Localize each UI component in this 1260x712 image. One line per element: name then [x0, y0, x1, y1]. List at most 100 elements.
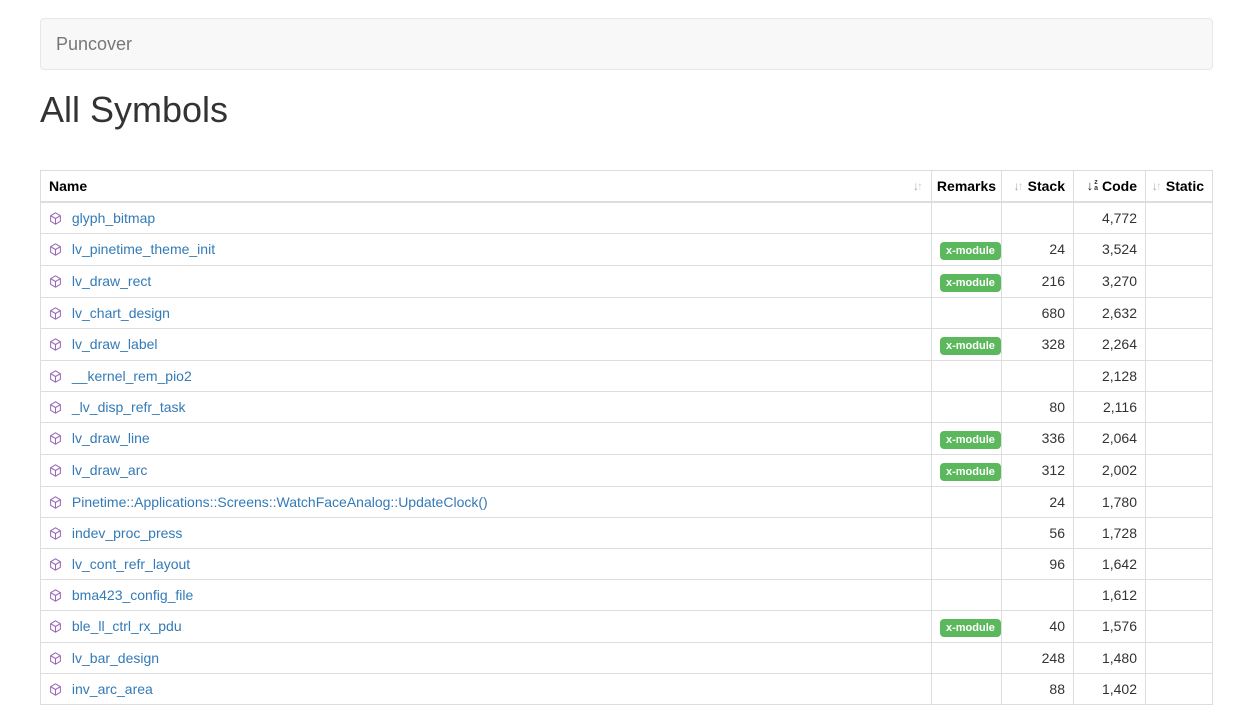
symbol-link[interactable]: lv_draw_arc	[72, 462, 147, 478]
cube-icon	[49, 652, 62, 665]
symbols-table-head: Name ↓↑ Remarks ↓↑ Stack	[41, 170, 1213, 202]
table-row: lv_draw_arc x-module 312 2,002	[41, 454, 1213, 486]
cube-icon	[49, 527, 62, 540]
name-cell: __kernel_rem_pio2	[41, 360, 932, 391]
stack-cell: 336	[1002, 422, 1074, 454]
column-label-code: Code	[1102, 176, 1137, 196]
static-cell	[1146, 265, 1213, 297]
code-cell: 2,128	[1074, 360, 1146, 391]
column-header-static[interactable]: ↓↑ Static	[1146, 170, 1213, 202]
static-cell	[1146, 297, 1213, 328]
page-container: Puncover All Symbols Name ↓↑ Remarks	[40, 18, 1213, 705]
symbol-link[interactable]: inv_arc_area	[72, 681, 153, 697]
symbol-link[interactable]: lv_draw_rect	[72, 273, 151, 289]
code-cell: 1,402	[1074, 673, 1146, 704]
page-title: All Symbols	[40, 90, 1213, 130]
code-cell: 2,116	[1074, 391, 1146, 422]
name-cell: inv_arc_area	[41, 673, 932, 704]
column-label-stack: Stack	[1028, 176, 1065, 196]
cube-icon	[49, 464, 62, 477]
symbol-link[interactable]: lv_chart_design	[72, 305, 170, 321]
remarks-cell	[932, 642, 1002, 673]
static-cell	[1146, 202, 1213, 234]
remarks-cell	[932, 517, 1002, 548]
table-row: __kernel_rem_pio2 2,128	[41, 360, 1213, 391]
stack-cell: 40	[1002, 610, 1074, 642]
symbol-link[interactable]: lv_draw_label	[72, 336, 158, 352]
code-cell: 1,612	[1074, 579, 1146, 610]
table-row: lv_pinetime_theme_init x-module 24 3,524	[41, 233, 1213, 265]
remarks-cell	[932, 673, 1002, 704]
static-cell	[1146, 328, 1213, 360]
cube-icon	[49, 212, 62, 225]
name-cell: lv_bar_design	[41, 642, 932, 673]
symbol-link[interactable]: lv_pinetime_theme_init	[72, 241, 215, 257]
navbar-brand-link[interactable]: Puncover	[41, 19, 147, 69]
symbol-link[interactable]: glyph_bitmap	[72, 210, 155, 226]
static-cell	[1146, 422, 1213, 454]
cube-icon	[49, 275, 62, 288]
name-cell: lv_draw_label	[41, 328, 932, 360]
remarks-cell: x-module	[932, 328, 1002, 360]
table-row: lv_draw_line x-module 336 2,064	[41, 422, 1213, 454]
code-cell: 2,632	[1074, 297, 1146, 328]
symbol-link[interactable]: lv_cont_refr_layout	[72, 556, 190, 572]
table-row: lv_bar_design 248 1,480	[41, 642, 1213, 673]
symbol-link[interactable]: bma423_config_file	[72, 587, 193, 603]
stack-cell: 24	[1002, 486, 1074, 517]
remarks-cell: x-module	[932, 454, 1002, 486]
stack-cell: 248	[1002, 642, 1074, 673]
static-cell	[1146, 673, 1213, 704]
code-cell: 2,002	[1074, 454, 1146, 486]
name-cell: bma423_config_file	[41, 579, 932, 610]
table-row: Pinetime::Applications::Screens::WatchFa…	[41, 486, 1213, 517]
remarks-cell: x-module	[932, 610, 1002, 642]
cube-icon	[49, 370, 62, 383]
code-cell: 1,480	[1074, 642, 1146, 673]
code-cell: 1,780	[1074, 486, 1146, 517]
cube-icon	[49, 432, 62, 445]
x-module-badge: x-module	[940, 463, 1001, 481]
table-row: indev_proc_press 56 1,728	[41, 517, 1213, 548]
column-label-remarks: Remarks	[937, 176, 996, 196]
static-cell	[1146, 233, 1213, 265]
stack-cell: 96	[1002, 548, 1074, 579]
x-module-badge: x-module	[940, 619, 1001, 637]
column-header-name[interactable]: Name ↓↑	[41, 170, 932, 202]
symbol-link[interactable]: indev_proc_press	[72, 525, 183, 541]
x-module-badge: x-module	[940, 431, 1001, 449]
symbol-link[interactable]: lv_draw_line	[72, 430, 150, 446]
name-cell: lv_draw_line	[41, 422, 932, 454]
remarks-cell: x-module	[932, 265, 1002, 297]
stack-cell: 24	[1002, 233, 1074, 265]
remarks-cell	[932, 360, 1002, 391]
static-cell	[1146, 360, 1213, 391]
symbols-table-body: glyph_bitmap 4,772 lv_pinetime_theme_ini…	[41, 202, 1213, 705]
static-cell	[1146, 642, 1213, 673]
static-cell	[1146, 391, 1213, 422]
column-header-stack[interactable]: ↓↑ Stack	[1002, 170, 1074, 202]
cube-icon	[49, 620, 62, 633]
navbar: Puncover	[40, 18, 1213, 70]
symbol-link[interactable]: lv_bar_design	[72, 650, 159, 666]
symbol-link[interactable]: ble_ll_ctrl_rx_pdu	[72, 618, 182, 634]
table-row: glyph_bitmap 4,772	[41, 202, 1213, 234]
sort-descending-icon: ↓za	[1087, 176, 1098, 196]
column-header-code[interactable]: ↓za Code	[1074, 170, 1146, 202]
stack-cell	[1002, 579, 1074, 610]
stack-cell: 216	[1002, 265, 1074, 297]
name-cell: lv_pinetime_theme_init	[41, 233, 932, 265]
name-cell: indev_proc_press	[41, 517, 932, 548]
code-cell: 2,264	[1074, 328, 1146, 360]
symbol-link[interactable]: __kernel_rem_pio2	[72, 368, 192, 384]
stack-cell	[1002, 202, 1074, 234]
cube-icon	[49, 243, 62, 256]
table-row: lv_draw_label x-module 328 2,264	[41, 328, 1213, 360]
symbol-link[interactable]: _lv_disp_refr_task	[72, 399, 186, 415]
symbol-link[interactable]: Pinetime::Applications::Screens::WatchFa…	[72, 494, 488, 510]
remarks-cell	[932, 548, 1002, 579]
stack-cell: 88	[1002, 673, 1074, 704]
cube-icon	[49, 401, 62, 414]
name-cell: ble_ll_ctrl_rx_pdu	[41, 610, 932, 642]
cube-icon	[49, 307, 62, 320]
